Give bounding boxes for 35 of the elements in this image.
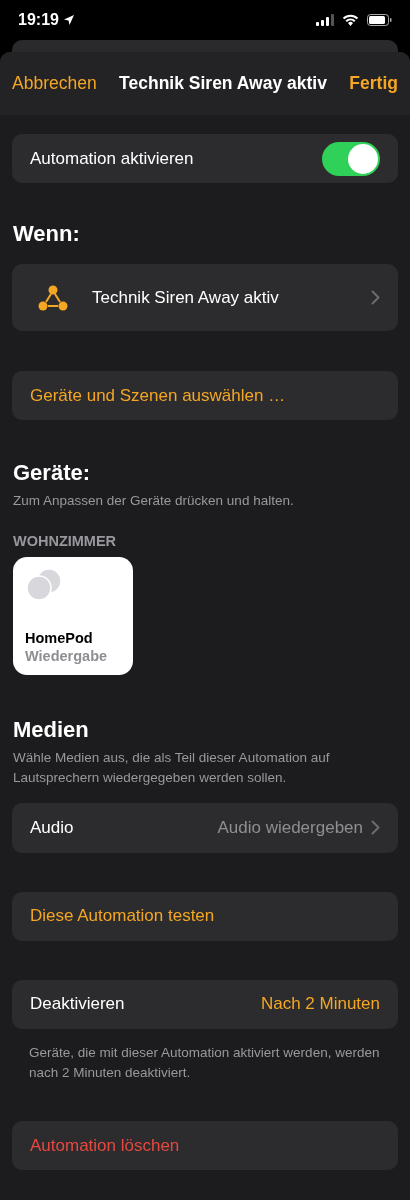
row-label: Deaktivieren (30, 993, 125, 1016)
done-link[interactable]: Fertig (349, 70, 398, 97)
delete-button[interactable]: Automation löschen (12, 1121, 398, 1170)
status-time: 19:19 (18, 10, 59, 30)
test-button[interactable]: Diese Automation testen (12, 891, 398, 941)
chevron-icon (371, 820, 380, 835)
row-value: Audio wiedergeben (217, 816, 363, 839)
cancel-link[interactable]: Abbrechen (12, 70, 97, 97)
footnote-text: Geräte, die mit dieser Automation aktiviert werden, werden nach 2 Minuten deaktiviert. (29, 1043, 381, 1082)
device-tile[interactable]: HomePod Wiedergabe (13, 557, 133, 675)
toggle-label: Automation aktivieren (30, 147, 194, 170)
section-heading: Geräte: (13, 459, 92, 487)
hint-text: Zum Anpassen der Geräte drücken und halten. (13, 492, 295, 510)
section-heading: Medien (13, 716, 90, 744)
section-heading: Wenn: (13, 220, 81, 248)
page-title: Technik Siren Away aktiv (119, 72, 327, 96)
wifi-icon (342, 14, 359, 26)
toggle-switch[interactable] (322, 141, 380, 176)
battery-icon (367, 14, 392, 26)
device-status: Wiedergabe (25, 646, 109, 665)
trigger-row[interactable]: Technik Siren Away aktiv (12, 264, 398, 331)
audio-row[interactable]: Audio Audio wiedergeben (12, 802, 398, 853)
description-text: Wähle Medien aus, die als Teil dieser Automation auf Lautsprechern wiedergegeben werden sollen. (13, 749, 331, 788)
room-label: WOHNZIMMER (13, 532, 118, 552)
row-value: Nach 2 Minuten (260, 993, 380, 1016)
location-arrow-icon (62, 14, 75, 26)
device-name: HomePod (25, 628, 94, 647)
sensor-network-icon (38, 284, 68, 311)
trigger-label: Technik Siren Away aktiv (92, 286, 280, 309)
row-label: Audio (30, 816, 75, 839)
signal-icon (316, 14, 334, 26)
chevron-icon (371, 290, 380, 305)
deactivate-row[interactable]: Deaktivieren Nach 2 Minuten (12, 979, 398, 1029)
speaker-icon (25, 567, 63, 601)
select-devices-button[interactable]: Geräte und Szenen auswählen … (12, 371, 398, 420)
